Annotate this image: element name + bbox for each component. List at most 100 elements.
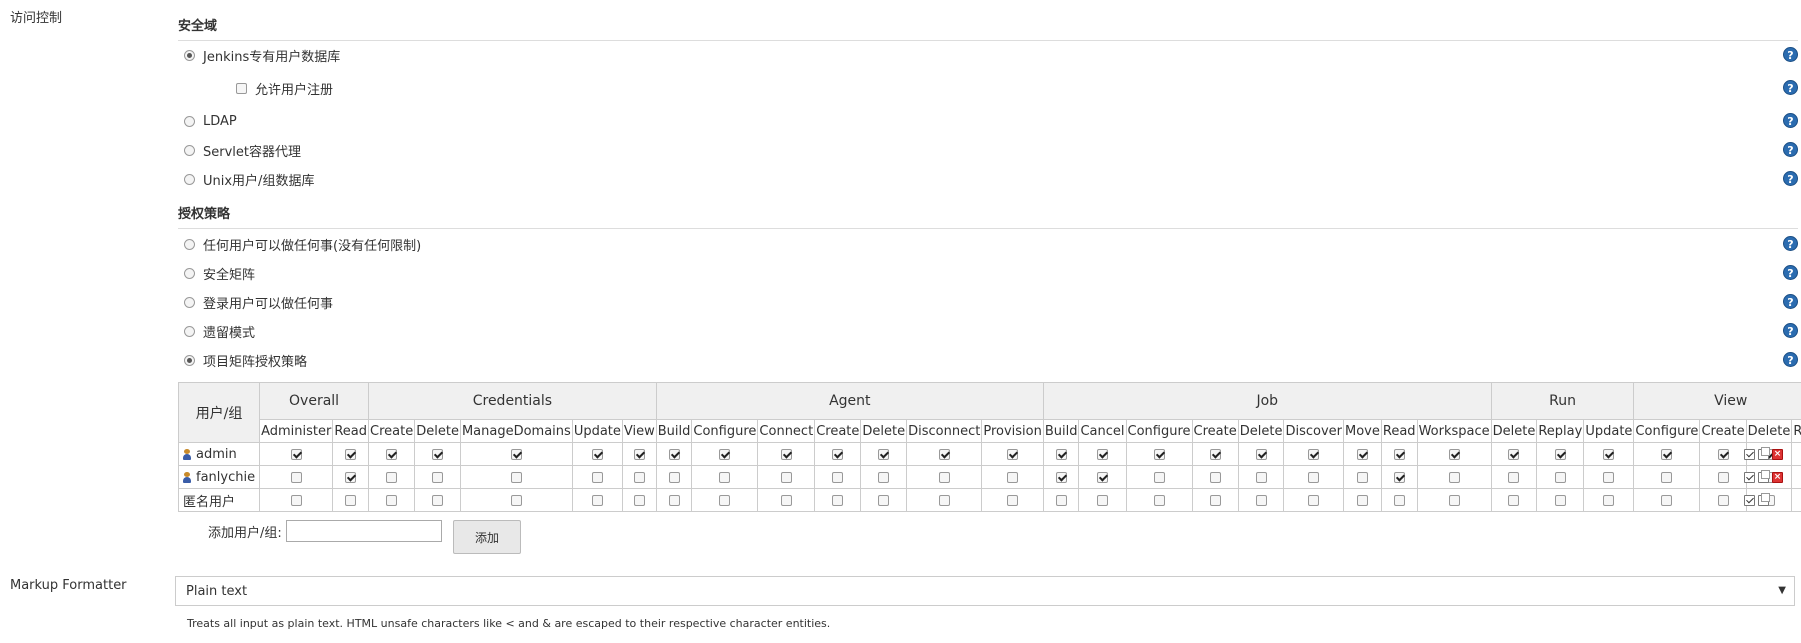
remove-user-icon[interactable]: × — [1772, 471, 1783, 483]
auth-option-loggedin[interactable]: 登录用户可以做任何事 ? — [178, 291, 1798, 313]
permission-checkbox[interactable] — [1554, 448, 1566, 460]
realm-option-jenkins[interactable]: Jenkins专有用户数据库 ? — [178, 44, 1798, 66]
permission-checkbox[interactable] — [510, 471, 522, 483]
permission-checkbox[interactable] — [1393, 494, 1405, 506]
help-icon[interactable]: ? — [1783, 142, 1798, 157]
permission-checkbox[interactable] — [719, 448, 731, 460]
permission-checkbox[interactable] — [386, 448, 398, 460]
permission-checkbox[interactable] — [1209, 471, 1221, 483]
permission-checkbox[interactable] — [1097, 448, 1108, 460]
permission-checkbox[interactable] — [1717, 494, 1729, 506]
permission-checkbox[interactable] — [1661, 494, 1673, 506]
auth-matrix-radio[interactable] — [184, 267, 195, 279]
permission-checkbox[interactable] — [1554, 471, 1566, 483]
permission-checkbox[interactable] — [1055, 448, 1067, 460]
help-icon[interactable]: ? — [1783, 236, 1798, 251]
permission-checkbox[interactable] — [290, 494, 302, 506]
select-all-icon[interactable] — [1744, 494, 1755, 506]
permission-checkbox[interactable] — [1209, 448, 1221, 460]
permission-checkbox[interactable] — [1393, 448, 1405, 460]
permission-checkbox[interactable] — [1055, 494, 1067, 506]
permission-checkbox[interactable] — [1661, 448, 1673, 460]
permission-checkbox[interactable] — [591, 471, 603, 483]
permission-checkbox[interactable] — [1255, 494, 1267, 506]
permission-checkbox[interactable] — [938, 448, 950, 460]
auth-legacy-radio[interactable] — [184, 325, 195, 337]
permission-checkbox[interactable] — [1603, 471, 1615, 483]
permission-checkbox[interactable] — [668, 448, 680, 460]
permission-checkbox[interactable] — [1603, 448, 1615, 460]
permission-checkbox[interactable] — [1356, 494, 1368, 506]
permission-checkbox[interactable] — [432, 471, 444, 483]
permission-checkbox[interactable] — [633, 494, 645, 506]
permission-checkbox[interactable] — [938, 494, 950, 506]
allow-signup-checkbox[interactable] — [236, 82, 247, 94]
help-icon[interactable]: ? — [1783, 47, 1798, 62]
unselect-all-icon[interactable] — [1758, 469, 1770, 483]
add-user-button[interactable]: 添加 — [453, 520, 521, 554]
permission-checkbox[interactable] — [1055, 471, 1067, 483]
select-all-icon[interactable] — [1744, 448, 1755, 460]
permission-checkbox[interactable] — [780, 471, 792, 483]
permission-checkbox[interactable] — [1007, 448, 1019, 460]
permission-checkbox[interactable] — [668, 494, 680, 506]
permission-checkbox[interactable] — [832, 448, 844, 460]
auth-project-matrix-radio[interactable] — [184, 354, 195, 366]
auth-option-legacy[interactable]: 遗留模式 ? — [178, 320, 1798, 342]
permission-checkbox[interactable] — [1308, 448, 1320, 460]
permission-checkbox[interactable] — [719, 494, 731, 506]
permission-checkbox[interactable] — [345, 448, 357, 460]
realm-option-unix[interactable]: Unix用户/组数据库 ? — [178, 168, 1798, 190]
realm-jenkins-radio[interactable] — [184, 49, 195, 61]
permission-checkbox[interactable] — [1508, 471, 1520, 483]
permission-checkbox[interactable] — [345, 471, 357, 483]
permission-checkbox[interactable] — [1661, 471, 1673, 483]
permission-checkbox[interactable] — [1153, 471, 1165, 483]
auth-option-matrix[interactable]: 安全矩阵 ? — [178, 262, 1798, 284]
permission-checkbox[interactable] — [290, 471, 302, 483]
help-icon[interactable]: ? — [1783, 171, 1798, 186]
permission-checkbox[interactable] — [510, 448, 522, 460]
help-icon[interactable]: ? — [1783, 113, 1798, 128]
realm-servlet-radio[interactable] — [184, 144, 195, 156]
add-user-input[interactable] — [285, 520, 442, 542]
permission-checkbox[interactable] — [878, 471, 890, 483]
permission-checkbox[interactable] — [1308, 471, 1320, 483]
permission-checkbox[interactable] — [832, 494, 844, 506]
permission-checkbox[interactable] — [1308, 494, 1320, 506]
auth-anyone-radio[interactable] — [184, 238, 195, 250]
permission-checkbox[interactable] — [719, 471, 731, 483]
permission-checkbox[interactable] — [591, 448, 603, 460]
permission-checkbox[interactable] — [1153, 494, 1165, 506]
help-icon[interactable]: ? — [1783, 294, 1798, 309]
permission-checkbox[interactable] — [633, 448, 645, 460]
auth-option-project-matrix[interactable]: 项目矩阵授权策略 ? — [178, 349, 1798, 371]
permission-checkbox[interactable] — [1554, 494, 1566, 506]
help-icon[interactable]: ? — [1783, 352, 1798, 367]
permission-checkbox[interactable] — [1393, 471, 1405, 483]
realm-option-ldap[interactable]: LDAP ? — [178, 110, 1798, 132]
help-icon[interactable]: ? — [1783, 265, 1798, 280]
permission-checkbox[interactable] — [432, 448, 444, 460]
permission-checkbox[interactable] — [668, 471, 680, 483]
select-all-icon[interactable] — [1744, 471, 1755, 483]
permission-checkbox[interactable] — [780, 494, 792, 506]
remove-user-icon[interactable]: × — [1772, 448, 1783, 460]
permission-checkbox[interactable] — [1007, 471, 1019, 483]
permission-checkbox[interactable] — [1255, 448, 1267, 460]
permission-checkbox[interactable] — [1097, 494, 1108, 506]
permission-checkbox[interactable] — [878, 448, 890, 460]
permission-checkbox[interactable] — [1209, 494, 1221, 506]
permission-checkbox[interactable] — [386, 471, 398, 483]
permission-checkbox[interactable] — [510, 494, 522, 506]
permission-checkbox[interactable] — [432, 494, 444, 506]
permission-checkbox[interactable] — [1717, 448, 1729, 460]
permission-checkbox[interactable] — [345, 494, 357, 506]
markup-formatter-select[interactable]: Plain text ▼ — [175, 576, 1795, 606]
permission-checkbox[interactable] — [832, 471, 844, 483]
unselect-all-icon[interactable] — [1758, 446, 1770, 460]
permission-checkbox[interactable] — [1255, 471, 1267, 483]
permission-checkbox[interactable] — [1356, 471, 1368, 483]
permission-checkbox[interactable] — [1153, 448, 1165, 460]
permission-checkbox[interactable] — [1508, 494, 1520, 506]
